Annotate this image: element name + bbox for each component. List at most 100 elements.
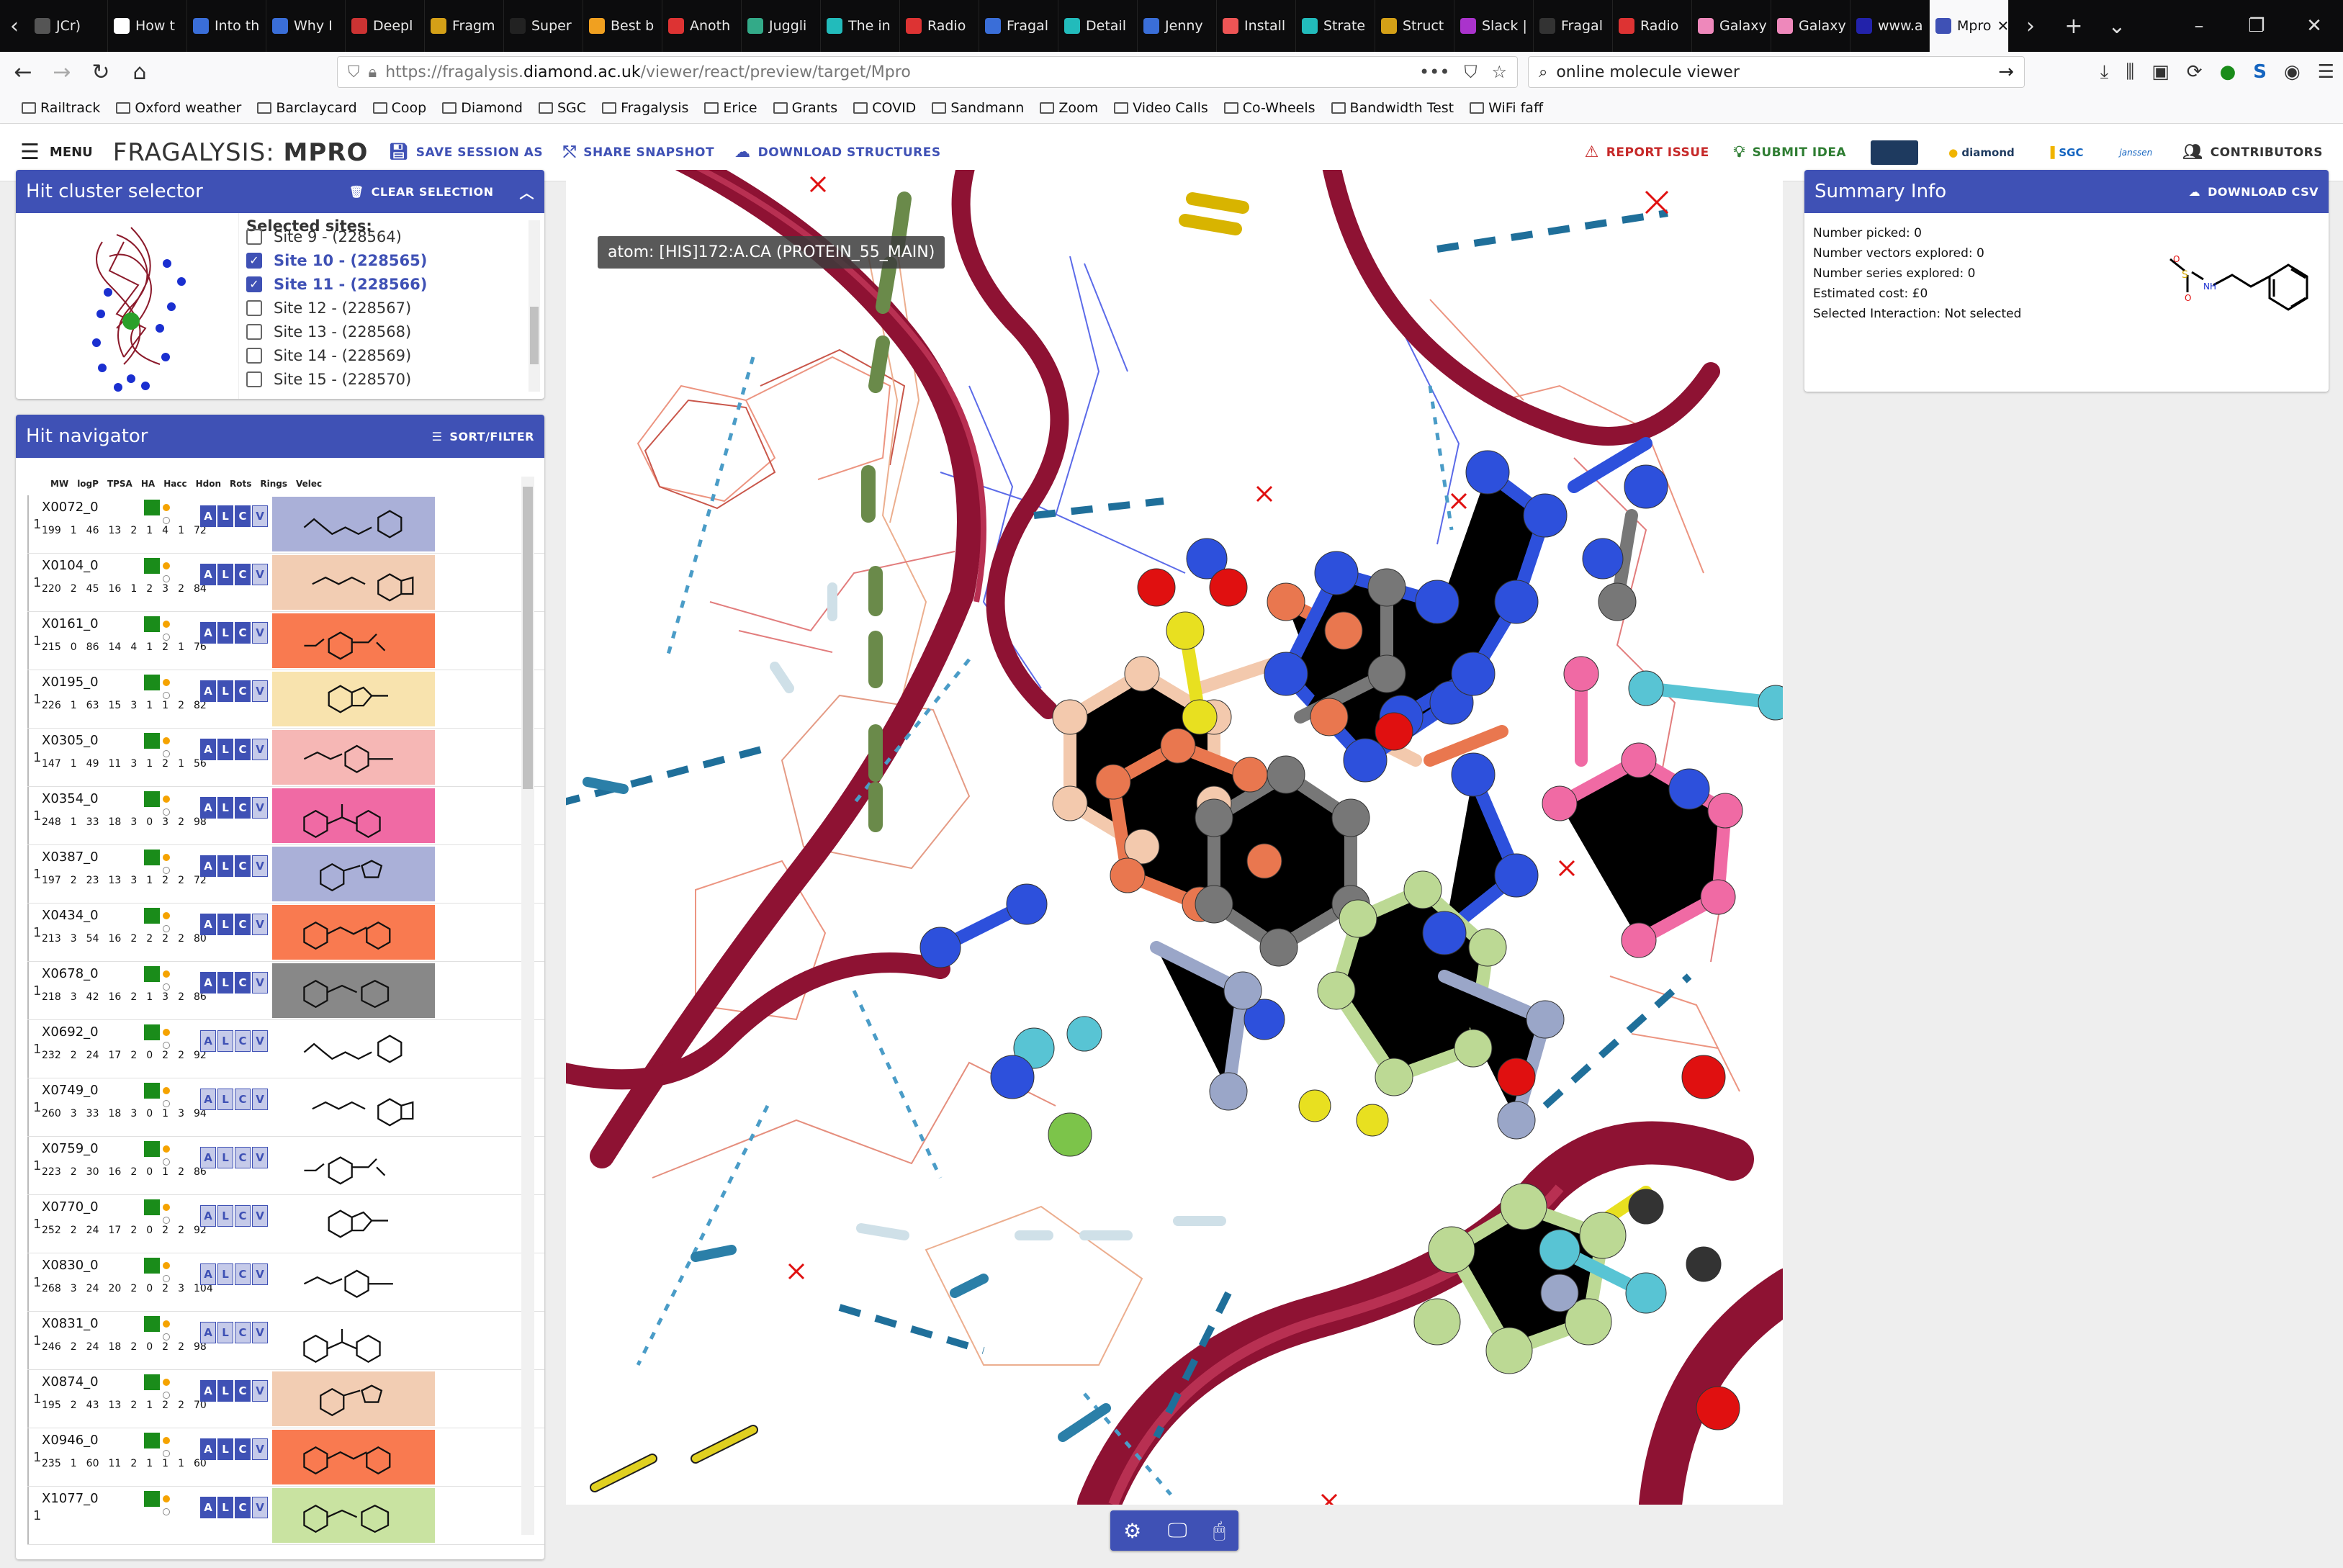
browser-tab[interactable]: Strate <box>1296 0 1375 52</box>
pocket-icon[interactable]: ⛉ <box>1464 62 1477 82</box>
sidebar-icon[interactable]: ▣ <box>2151 61 2169 84</box>
toggle-c-button[interactable]: C <box>235 1438 251 1460</box>
bookmark-item[interactable]: Sandmann <box>932 100 1024 116</box>
hit-molecule-thumbnail[interactable] <box>272 730 435 785</box>
settings-gear-icon[interactable]: ⚙ <box>1123 1519 1141 1543</box>
toggle-v-button[interactable]: V <box>252 1380 268 1402</box>
hit-molecule-thumbnail[interactable] <box>272 555 435 610</box>
hit-row[interactable]: 1 X1077_0 A L C V <box>27 1487 544 1545</box>
browser-tab[interactable]: Install <box>1217 0 1296 52</box>
toggle-l-button[interactable]: L <box>217 1089 233 1110</box>
home-icon[interactable]: ⌂ <box>125 60 154 85</box>
toggle-a-button[interactable]: A <box>200 1497 216 1518</box>
bookmark-star-icon[interactable]: ☆ <box>1491 62 1507 82</box>
browser-tab[interactable]: Into th <box>187 0 266 52</box>
toggle-c-button[interactable]: C <box>235 1089 251 1110</box>
site-item[interactable]: ✓ Site 10 - (228565) <box>246 248 537 272</box>
toggle-v-button[interactable]: V <box>252 855 268 877</box>
sort-filter-button[interactable]: ☰ SORT/FILTER <box>432 430 534 443</box>
hit-molecule-thumbnail[interactable] <box>272 905 435 960</box>
toggle-v-button[interactable]: V <box>252 1322 268 1343</box>
site-item[interactable]: Site 13 - (228568) <box>246 320 537 343</box>
bookmark-item[interactable]: Erice <box>704 100 757 116</box>
toggle-a-button[interactable]: A <box>200 972 216 993</box>
url-bar[interactable]: ⛉ 🔒︎ https://fragalysis.diamond.ac.uk/vi… <box>337 56 1518 88</box>
menu-button[interactable]: ☰ MENU <box>20 140 93 165</box>
account-icon[interactable]: ◉ <box>2284 61 2301 84</box>
toggle-v-button[interactable]: V <box>252 1263 268 1285</box>
toggle-c-button[interactable]: C <box>235 972 251 993</box>
toggle-a-button[interactable]: A <box>200 1263 216 1285</box>
browser-tab[interactable]: Detail <box>1058 0 1138 52</box>
tab-scroll-right-icon[interactable]: › <box>2009 0 2052 52</box>
toggle-c-button[interactable]: C <box>235 1263 251 1285</box>
hit-molecule-thumbnail[interactable] <box>272 1313 435 1368</box>
toggle-l-button[interactable]: L <box>217 1205 233 1227</box>
toggle-l-button[interactable]: L <box>217 564 233 585</box>
toggle-l-button[interactable]: L <box>217 680 233 702</box>
bookmark-item[interactable]: Oxford weather <box>116 100 241 116</box>
search-input[interactable]: ⌕ online molecule viewer → <box>1528 56 2025 88</box>
hit-molecule-thumbnail[interactable] <box>272 1022 435 1076</box>
site-checkbox[interactable] <box>246 228 262 245</box>
hit-row[interactable]: 1 X0759_0 223 2 30 16 2 0 1 2 86 A L C V <box>27 1137 544 1195</box>
hit-molecule-thumbnail[interactable] <box>272 1488 435 1543</box>
hit-molecule-thumbnail[interactable] <box>272 1255 435 1310</box>
toggle-l-button[interactable]: L <box>217 1438 233 1460</box>
toggle-a-button[interactable]: A <box>200 1380 216 1402</box>
bookmark-item[interactable]: Zoom <box>1040 100 1098 116</box>
toggle-v-button[interactable]: V <box>252 1147 268 1168</box>
toggle-c-button[interactable]: C <box>235 739 251 760</box>
search-go-icon[interactable]: → <box>1998 61 2014 83</box>
toggle-a-button[interactable]: A <box>200 1147 216 1168</box>
restore-icon[interactable]: ❐ <box>2228 0 2285 52</box>
toggle-a-button[interactable]: A <box>200 1030 216 1052</box>
browser-tab[interactable]: Super <box>504 0 583 52</box>
toggle-v-button[interactable]: V <box>252 1030 268 1052</box>
toggle-c-button[interactable]: C <box>235 914 251 935</box>
mouse-icon[interactable]: 🖱︎ <box>1213 1518 1226 1543</box>
browser-tab[interactable]: Galaxy <box>1771 0 1850 52</box>
toggle-l-button[interactable]: L <box>217 797 233 819</box>
toggle-a-button[interactable]: A <box>200 622 216 644</box>
toggle-l-button[interactable]: L <box>217 972 233 993</box>
bookmark-item[interactable]: Bandwidth Test <box>1331 100 1454 116</box>
reload-icon[interactable]: ↻ <box>86 60 115 85</box>
browser-tab[interactable]: Deepl <box>346 0 425 52</box>
browser-tab[interactable]: Anoth <box>662 0 742 52</box>
hit-molecule-thumbnail[interactable] <box>272 847 435 901</box>
toggle-a-button[interactable]: A <box>200 1205 216 1227</box>
report-issue-button[interactable]: ⚠ REPORT ISSUE <box>1585 143 1709 161</box>
site-item[interactable]: Site 14 - (228569) <box>246 343 537 367</box>
toggle-v-button[interactable]: V <box>252 622 268 644</box>
hit-row[interactable]: 1 X0305_0 147 1 49 11 3 1 2 1 56 A L C V <box>27 729 544 787</box>
site-checkbox[interactable] <box>246 371 262 387</box>
site-item[interactable]: ✓ Site 11 - (228566) <box>246 272 537 296</box>
toggle-v-button[interactable]: V <box>252 505 268 527</box>
toggle-l-button[interactable]: L <box>217 622 233 644</box>
bookmark-item[interactable]: SGC <box>539 100 586 116</box>
close-tab-icon[interactable]: ✕ <box>1997 17 2008 35</box>
toggle-v-button[interactable]: V <box>252 739 268 760</box>
contributors-button[interactable]: 👥︎ CONTRIBUTORS <box>2182 143 2323 161</box>
hit-molecule-thumbnail[interactable] <box>272 1080 435 1135</box>
toggle-l-button[interactable]: L <box>217 855 233 877</box>
toggle-a-button[interactable]: A <box>200 505 216 527</box>
browser-tab[interactable]: Juggli <box>742 0 821 52</box>
bookmark-item[interactable]: Barclaycard <box>257 100 357 116</box>
site-item[interactable]: Site 12 - (228567) <box>246 296 537 320</box>
browser-tab[interactable]: Best b <box>583 0 662 52</box>
toggle-l-button[interactable]: L <box>217 914 233 935</box>
toggle-v-button[interactable]: V <box>252 972 268 993</box>
hit-row[interactable]: 1 X0830_0 268 3 24 20 2 0 2 3 104 A L C V <box>27 1253 544 1312</box>
molecule-scene[interactable] <box>566 170 1783 1505</box>
browser-tab[interactable]: Radio <box>900 0 979 52</box>
clear-selection-button[interactable]: 🗑︎ CLEAR SELECTION ︿ <box>349 181 534 202</box>
toggle-l-button[interactable]: L <box>217 739 233 760</box>
hit-row[interactable]: 1 X0072_0 199 1 46 13 2 1 4 1 72 A L C V <box>27 495 544 554</box>
hit-molecule-thumbnail[interactable] <box>272 613 435 668</box>
toggle-l-button[interactable]: L <box>217 1322 233 1343</box>
bookmark-item[interactable]: Coop <box>372 100 426 116</box>
bookmark-item[interactable]: COVID <box>853 100 916 116</box>
toggle-v-button[interactable]: V <box>252 1205 268 1227</box>
